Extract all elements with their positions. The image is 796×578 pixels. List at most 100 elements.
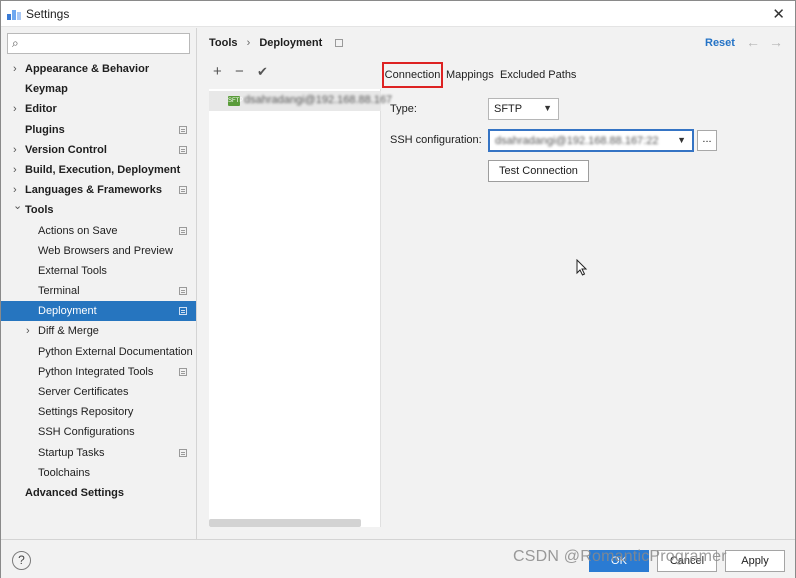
sidebar-item-label: Python External Documentation <box>38 345 193 358</box>
sidebar-item-plugins[interactable]: Plugins <box>1 120 196 140</box>
check-icon[interactable]: ✔ <box>257 64 268 80</box>
type-value: SFTP <box>494 103 523 115</box>
chevron-right-icon[interactable]: › <box>13 99 23 119</box>
project-scope-icon <box>335 39 344 48</box>
back-arrow-icon[interactable]: ← <box>746 34 760 50</box>
sidebar-item-tools[interactable]: ⌄ Tools <box>1 200 196 220</box>
help-icon[interactable]: ? <box>12 551 31 570</box>
dialog-footer: ? OK Cancel Apply CSDN @RomanticPrograme… <box>1 539 795 578</box>
sidebar-item-advanced-settings[interactable]: Advanced Settings <box>1 483 196 503</box>
browse-ssh-button[interactable]: ... <box>697 130 717 151</box>
chevron-right-icon[interactable]: › <box>13 160 23 180</box>
app-icon <box>7 10 21 20</box>
horizontal-scrollbar[interactable] <box>209 519 361 527</box>
sidebar-item-label: Plugins <box>25 123 65 136</box>
sidebar-item-toolchains[interactable]: Toolchains <box>1 463 196 483</box>
mouse-pointer-icon <box>576 259 588 276</box>
sidebar-item-label: Build, Execution, Deployment <box>25 163 181 176</box>
sidebar-item-terminal[interactable]: Terminal <box>1 281 196 301</box>
search-box[interactable]: ⌕ <box>7 33 190 54</box>
sidebar-item-label: Version Control <box>25 143 107 156</box>
project-scope-icon <box>179 307 187 316</box>
tab-connection[interactable]: Connection <box>382 62 443 88</box>
project-scope-icon <box>179 367 187 376</box>
breadcrumb-current: Deployment <box>259 37 323 49</box>
chevron-down-icon[interactable]: ⌄ <box>13 196 23 216</box>
sidebar-item-external-tools[interactable]: External Tools <box>1 261 196 281</box>
sidebar-item-label: Tools <box>25 204 54 217</box>
sidebar-item-python-integrated-tools[interactable]: Python Integrated Tools <box>1 362 196 382</box>
project-scope-icon <box>179 186 187 195</box>
close-icon[interactable]: ✕ <box>772 5 785 23</box>
chevron-right-icon[interactable]: › <box>13 140 23 160</box>
project-scope-icon <box>179 145 187 154</box>
ssh-configuration-select[interactable]: dsahradangi@192.168.88.167:22 ▼ <box>488 129 694 152</box>
chevron-right-icon[interactable]: › <box>13 59 23 79</box>
sidebar-item-version-control[interactable]: › Version Control <box>1 140 196 160</box>
title-bar: Settings ✕ <box>1 1 795 27</box>
project-scope-icon <box>179 448 187 457</box>
add-icon[interactable]: + <box>213 63 222 80</box>
project-scope-icon <box>179 125 187 134</box>
breadcrumb: Tools › Deployment <box>209 37 349 49</box>
sidebar-item-diff-merge[interactable]: › Diff & Merge <box>1 321 196 341</box>
ssh-configuration-label: SSH configuration: <box>390 134 482 146</box>
sidebar-item-label: Appearance & Behavior <box>25 63 150 75</box>
breadcrumb-parent[interactable]: Tools <box>209 37 238 49</box>
tab-excluded-paths[interactable]: Excluded Paths <box>500 69 576 81</box>
settings-tree: › Appearance & Behavior Keymap › Editor Plugi… <box>1 59 196 503</box>
server-name: dsahradangi@192.168.88.167 <box>244 94 393 106</box>
sidebar-item-settings-repository[interactable]: Settings Repository <box>1 402 196 422</box>
test-connection-button[interactable]: Test Connection <box>488 160 589 182</box>
sidebar-item-label: Keymap <box>25 83 68 96</box>
sidebar-item-label: Startup Tasks <box>38 446 105 459</box>
reset-link[interactable]: Reset <box>705 37 735 49</box>
ok-button[interactable]: OK <box>589 550 649 572</box>
chevron-down-icon: ▼ <box>543 103 552 113</box>
chevron-down-icon: ▼ <box>677 135 686 145</box>
sidebar-item-web-browsers-and-preview[interactable]: Web Browsers and Preview <box>1 241 196 261</box>
sidebar-item-server-certificates[interactable]: Server Certificates <box>1 382 196 402</box>
sidebar-item-label: Terminal <box>38 285 80 298</box>
sidebar-item-label: Languages & Frameworks <box>25 184 162 197</box>
breadcrumb-separator: › <box>246 37 251 49</box>
cancel-button[interactable]: Cancel <box>657 550 717 572</box>
sidebar-item-python-external-documentation[interactable]: Python External Documentation <box>1 342 196 362</box>
sidebar-item-editor[interactable]: › Editor <box>1 99 196 119</box>
sidebar-item-label: SSH Configurations <box>38 426 135 439</box>
type-select[interactable]: SFTP ▼ <box>488 98 559 120</box>
sidebar-item-keymap[interactable]: Keymap <box>1 79 196 99</box>
sidebar-item-label: Settings Repository <box>38 406 134 419</box>
remove-icon[interactable]: − <box>235 63 244 80</box>
search-input[interactable] <box>28 36 186 51</box>
chevron-right-icon[interactable]: › <box>26 321 36 341</box>
sidebar-item-label: Python Integrated Tools <box>38 365 154 378</box>
sftp-server-icon: SFTP <box>228 96 244 106</box>
sidebar-item-appearance-behavior[interactable]: › Appearance & Behavior <box>1 59 196 79</box>
sidebar-item-ssh-configurations[interactable]: SSH Configurations <box>1 422 196 442</box>
sidebar-item-label: Actions on Save <box>38 224 118 237</box>
sidebar-item-deployment[interactable]: Deployment <box>1 301 196 322</box>
apply-button[interactable]: Apply <box>725 550 785 572</box>
project-scope-icon <box>179 226 187 235</box>
sidebar-item-label: Advanced Settings <box>25 486 125 499</box>
forward-arrow-icon[interactable]: → <box>769 34 783 50</box>
sidebar-item-label: External Tools <box>38 264 107 277</box>
settings-window: Settings ✕ ⌕ › Appearance & Behavior Keyma… <box>0 0 796 578</box>
sidebar-item-label: Deployment <box>38 305 97 318</box>
server-list: SFTP dsahradangi@192.168.88.167 <box>209 89 392 527</box>
ssh-configuration-value: dsahradangi@192.168.88.167:22 <box>495 135 659 147</box>
window-title: Settings <box>26 7 70 21</box>
sidebar-item-label: Editor <box>25 103 57 116</box>
sidebar-item-build-execution-deployment[interactable]: › Build, Execution, Deployment <box>1 160 196 180</box>
sidebar-item-label: Toolchains <box>38 466 90 479</box>
server-list-item[interactable]: SFTP dsahradangi@192.168.88.167 <box>209 91 392 111</box>
sidebar-item-actions-on-save[interactable]: Actions on Save <box>1 221 196 241</box>
project-scope-icon <box>179 287 187 296</box>
sidebar-item-languages-frameworks[interactable]: › Languages & Frameworks <box>1 180 196 200</box>
sidebar-item-label: Diff & Merge <box>38 325 99 338</box>
sidebar-item-startup-tasks[interactable]: Startup Tasks <box>1 443 196 463</box>
tab-mappings[interactable]: Mappings <box>446 69 494 81</box>
settings-sidebar: ⌕ › Appearance & Behavior Keymap › Editor Plu… <box>1 28 197 539</box>
type-label: Type: <box>390 103 417 115</box>
